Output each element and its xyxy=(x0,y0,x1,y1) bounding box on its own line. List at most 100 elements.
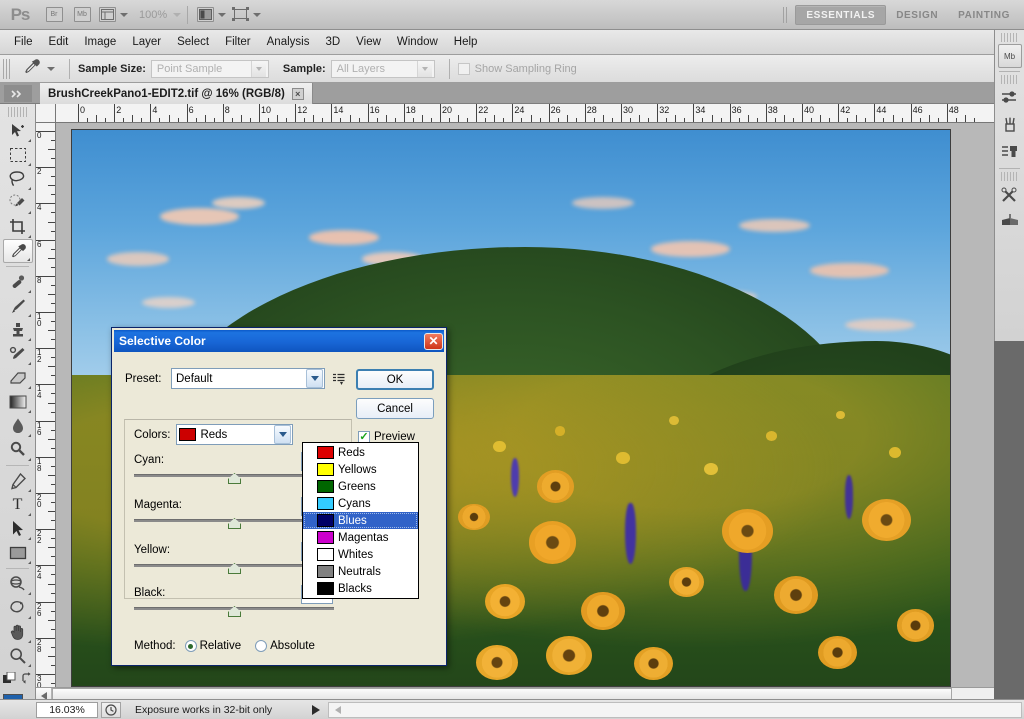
dropdown-option-blacks[interactable]: Blacks xyxy=(303,580,418,597)
menu-item-image[interactable]: Image xyxy=(76,33,124,51)
history-brush-tool[interactable] xyxy=(3,342,33,366)
move-tool[interactable] xyxy=(3,119,33,143)
dropdown-option-yellows[interactable]: Yellows xyxy=(303,461,418,478)
default-colors-icon[interactable] xyxy=(2,671,16,688)
launch-mini-bridge-button[interactable]: Mb xyxy=(71,4,93,26)
cancel-button[interactable]: Cancel xyxy=(356,398,434,419)
close-icon[interactable]: × xyxy=(291,87,304,100)
rectangle-tool[interactable] xyxy=(3,541,33,565)
eraser-tool[interactable] xyxy=(3,366,33,390)
divider xyxy=(69,58,70,79)
ruler-label: 22 xyxy=(37,529,42,546)
masks-icon[interactable] xyxy=(998,112,1022,138)
selective-color-dialog[interactable]: Selective Color ✕ Preset: Default OK Can… xyxy=(111,327,447,666)
clone-stamp-tool[interactable] xyxy=(3,318,33,342)
document-tab[interactable]: BrushCreekPano1-EDIT2.tif @ 16% (RGB/8) … xyxy=(40,83,313,104)
workspace-tab-essentials[interactable]: ESSENTIALS xyxy=(795,5,887,25)
ruler-minor-tick xyxy=(48,547,55,549)
dropdown-option-greens[interactable]: Greens xyxy=(303,478,418,495)
ruler-minor-tick xyxy=(530,115,532,122)
path-selection-tool[interactable] xyxy=(3,517,33,541)
flower xyxy=(704,462,719,475)
sample-select[interactable]: All Layers xyxy=(330,59,435,78)
brush-tool[interactable] xyxy=(3,294,33,318)
workspace-tab-painting[interactable]: PAINTING xyxy=(948,5,1020,25)
ok-button[interactable]: OK xyxy=(356,369,434,390)
menu-item-help[interactable]: Help xyxy=(446,33,486,51)
toolbox-grip[interactable] xyxy=(8,107,27,117)
dock-grip[interactable] xyxy=(1001,33,1018,42)
menu-item-window[interactable]: Window xyxy=(389,33,446,51)
method-absolute-radio[interactable] xyxy=(255,640,268,652)
quick-selection-tool[interactable] xyxy=(3,191,33,215)
screen-mode-button[interactable] xyxy=(232,4,262,26)
ruler-origin[interactable] xyxy=(36,104,56,123)
dropdown-option-cyans[interactable]: Cyans xyxy=(303,495,418,512)
tool-preset-picker[interactable] xyxy=(15,57,61,80)
eyedropper-tool[interactable] xyxy=(2,239,33,263)
menu-item-filter[interactable]: Filter xyxy=(217,33,259,51)
crop-tool[interactable] xyxy=(3,215,33,239)
mini-bridge-icon[interactable]: Mb xyxy=(997,44,1022,68)
right-dock-background xyxy=(994,341,1024,699)
blur-tool[interactable] xyxy=(3,414,33,438)
ruler-label: 18 xyxy=(405,105,416,115)
gradient-tool[interactable] xyxy=(3,390,33,414)
ruler-major-tick xyxy=(838,104,840,122)
notes-icon[interactable] xyxy=(998,209,1022,235)
menu-item-layer[interactable]: Layer xyxy=(124,33,169,51)
swatch-cyans xyxy=(317,497,334,510)
dropdown-option-neutrals[interactable]: Neutrals xyxy=(303,563,418,580)
zoom-percentage-field[interactable]: 16.03% xyxy=(36,701,98,718)
dock-grip[interactable] xyxy=(1001,172,1018,181)
menu-item-analysis[interactable]: Analysis xyxy=(259,33,318,51)
dialog-title-bar[interactable]: Selective Color ✕ xyxy=(114,330,444,352)
layer-comps-icon[interactable] xyxy=(998,139,1022,165)
document-info-icon[interactable] xyxy=(101,701,121,718)
lasso-icon xyxy=(9,171,25,187)
method-relative-radio[interactable] xyxy=(184,640,197,652)
3d-orbit-tool[interactable] xyxy=(3,596,33,620)
menu-item-view[interactable]: View xyxy=(348,33,389,51)
dropdown-option-reds[interactable]: Reds xyxy=(303,444,418,461)
lasso-tool[interactable] xyxy=(3,167,33,191)
dock-grip[interactable] xyxy=(1001,75,1018,84)
hand-tool[interactable] xyxy=(3,620,33,644)
workspace-tab-design[interactable]: DESIGN xyxy=(886,5,948,25)
spot-healing-brush-tool[interactable] xyxy=(3,270,33,294)
preset-menu-icon[interactable] xyxy=(332,372,346,386)
status-extra-field[interactable] xyxy=(328,701,1022,718)
type-tool[interactable]: T xyxy=(3,493,33,517)
show-sampling-ring-checkbox[interactable] xyxy=(457,62,470,75)
menu-item-edit[interactable]: Edit xyxy=(41,33,77,51)
options-bar-grip[interactable] xyxy=(3,58,11,79)
swap-colors-icon[interactable] xyxy=(21,672,33,688)
dropdown-option-whites[interactable]: Whites xyxy=(303,546,418,563)
dropdown-option-blues[interactable]: Blues xyxy=(303,512,418,529)
menu-item-3d[interactable]: 3D xyxy=(317,33,348,51)
horizontal-ruler[interactable]: 0 2 4 6 8 10 12 14 16 18 20 22 24 26 28 30 32 34 36 38 40 42 4… xyxy=(56,104,994,123)
arrange-documents-button[interactable] xyxy=(197,4,227,26)
colors-dropdown-list[interactable]: Reds Yellows Greens Cyans Blues Magentas… xyxy=(302,442,419,599)
vertical-ruler[interactable]: 02468101214161820222426283032 xyxy=(36,123,56,699)
dodge-tool[interactable] xyxy=(3,438,33,462)
lupine-flower xyxy=(511,458,519,497)
zoom-tool[interactable] xyxy=(3,644,33,668)
expand-panels-button[interactable] xyxy=(4,85,32,102)
close-icon[interactable]: ✕ xyxy=(424,332,443,350)
dropdown-option-magentas[interactable]: Magentas xyxy=(303,529,418,546)
sample-size-select[interactable]: Point Sample xyxy=(150,59,269,78)
3d-rotate-tool[interactable] xyxy=(3,572,33,596)
menu-item-file[interactable]: File xyxy=(6,33,41,51)
tools-icon[interactable] xyxy=(998,182,1022,208)
rectangular-marquee-tool[interactable] xyxy=(3,143,33,167)
workspace-grip[interactable] xyxy=(783,7,790,23)
adjustments-icon[interactable] xyxy=(998,85,1022,111)
pen-tool[interactable] xyxy=(3,469,33,493)
zoom-chevron-down-icon[interactable] xyxy=(173,12,182,17)
view-extras-button[interactable] xyxy=(99,4,128,26)
launch-bridge-button[interactable]: Br xyxy=(43,4,65,26)
preset-select[interactable]: Default xyxy=(171,368,325,389)
status-menu-arrow-icon[interactable] xyxy=(312,704,321,715)
menu-item-select[interactable]: Select xyxy=(169,33,217,51)
